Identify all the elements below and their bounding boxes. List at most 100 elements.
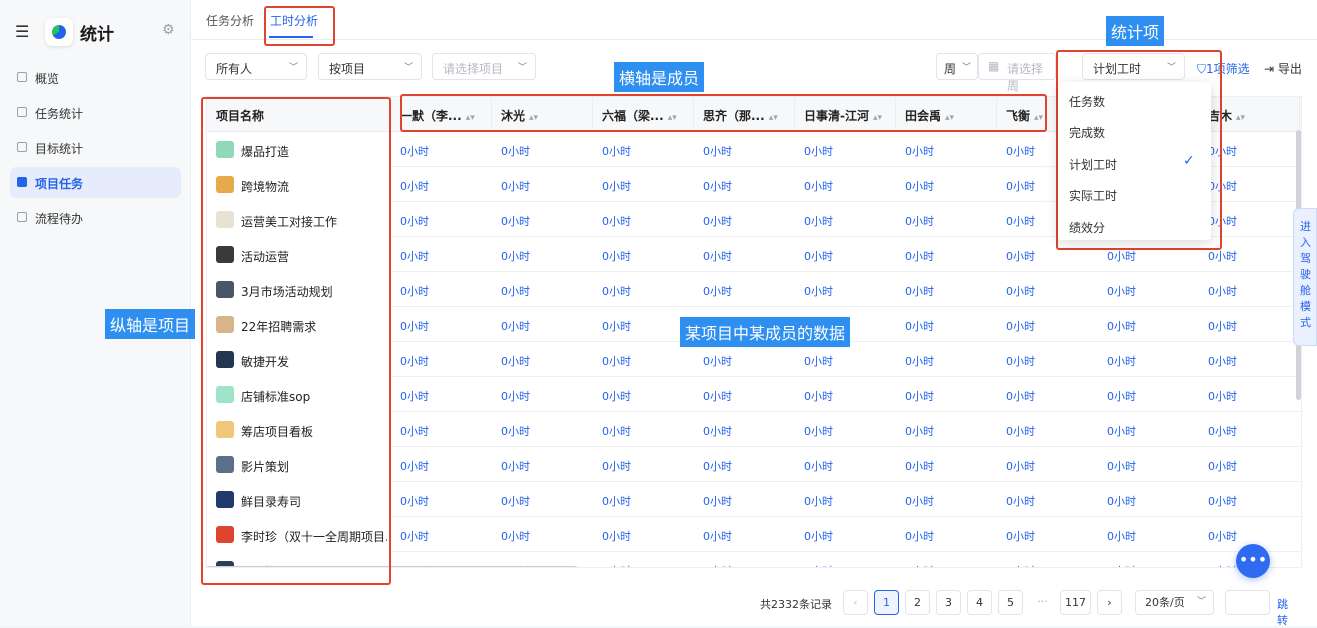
hours-cell[interactable]: 0小时 <box>804 388 833 404</box>
sidebar-item[interactable]: 概览 <box>10 62 181 93</box>
hours-cell[interactable]: 0小时 <box>804 458 833 474</box>
hours-cell[interactable]: 0小时 <box>905 423 934 439</box>
page-3[interactable]: 3 <box>936 590 961 615</box>
hours-cell[interactable]: 0小时 <box>1208 528 1237 544</box>
hours-cell[interactable]: 0小时 <box>400 493 429 509</box>
hours-cell[interactable]: 0小时 <box>804 143 833 159</box>
hours-cell[interactable]: 0小时 <box>602 528 631 544</box>
metric-option-actual-hours[interactable]: 实际工时 <box>1069 187 1117 204</box>
hours-cell[interactable]: 0小时 <box>1208 213 1237 229</box>
page-5[interactable]: 5 <box>998 590 1023 615</box>
hours-cell[interactable]: 0小时 <box>501 423 530 439</box>
hours-cell[interactable]: 0小时 <box>501 318 530 334</box>
hours-cell[interactable]: 0小时 <box>905 388 934 404</box>
hours-cell[interactable]: 0小时 <box>602 563 631 567</box>
column-header-member[interactable]: 沐光 ▴▾ <box>492 97 593 132</box>
page-1[interactable]: 1 <box>874 590 899 615</box>
hours-cell[interactable]: 0小时 <box>804 528 833 544</box>
hours-cell[interactable]: 0小时 <box>804 353 833 369</box>
hours-cell[interactable]: 0小时 <box>1208 248 1237 264</box>
hours-cell[interactable]: 0小时 <box>1006 283 1035 299</box>
sidebar-item[interactable]: 项目任务 <box>10 167 181 198</box>
hours-cell[interactable]: 0小时 <box>703 213 732 229</box>
hours-cell[interactable]: 0小时 <box>400 353 429 369</box>
hours-cell[interactable]: 0小时 <box>1107 388 1136 404</box>
hours-cell[interactable]: 0小时 <box>703 248 732 264</box>
export-button[interactable]: ⇥ 导出 <box>1264 60 1302 77</box>
project-cell[interactable]: 鲜目录寿司 <box>207 482 391 517</box>
hours-cell[interactable]: 0小时 <box>501 388 530 404</box>
hours-cell[interactable]: 0小时 <box>1208 353 1237 369</box>
hours-cell[interactable]: 0小时 <box>501 178 530 194</box>
more-icon[interactable]: ••• <box>1236 544 1270 578</box>
hours-cell[interactable]: 0小时 <box>602 143 631 159</box>
metric-select[interactable]: 计划工时 ﹀ <box>1082 53 1185 80</box>
hours-cell[interactable]: 0小时 <box>1208 388 1237 404</box>
project-cell[interactable]: 影片策划 <box>207 447 391 482</box>
hours-cell[interactable]: 0小时 <box>400 458 429 474</box>
hours-cell[interactable]: 0小时 <box>1006 423 1035 439</box>
sort-icon[interactable]: ▴▾ <box>769 113 778 123</box>
hours-cell[interactable]: 0小时 <box>1006 213 1035 229</box>
hours-cell[interactable]: 0小时 <box>400 248 429 264</box>
hours-cell[interactable]: 0小时 <box>602 318 631 334</box>
hours-cell[interactable]: 0小时 <box>1107 563 1136 567</box>
hours-cell[interactable]: 0小时 <box>501 248 530 264</box>
hours-cell[interactable]: 0小时 <box>703 458 732 474</box>
jump-page-input[interactable] <box>1225 590 1270 615</box>
hours-cell[interactable]: 0小时 <box>1006 143 1035 159</box>
hours-cell[interactable]: 0小时 <box>905 493 934 509</box>
project-cell[interactable]: 筹店项目看板 <box>207 412 391 447</box>
hours-cell[interactable]: 0小时 <box>400 143 429 159</box>
hours-cell[interactable]: 0小时 <box>905 178 934 194</box>
hours-cell[interactable]: 0小时 <box>501 283 530 299</box>
hours-cell[interactable]: 0小时 <box>703 493 732 509</box>
hours-cell[interactable]: 0小时 <box>1208 493 1237 509</box>
hours-cell[interactable]: 0小时 <box>1107 283 1136 299</box>
hours-cell[interactable]: 0小时 <box>400 528 429 544</box>
hours-cell[interactable]: 0小时 <box>905 318 934 334</box>
project-cell[interactable]: 运营美工对接工作 <box>207 202 391 237</box>
hours-cell[interactable]: 0小时 <box>703 423 732 439</box>
menu-icon[interactable]: ☰ <box>15 22 29 41</box>
hours-cell[interactable]: 0小时 <box>804 178 833 194</box>
hours-cell[interactable]: 0小时 <box>804 563 833 567</box>
gear-icon[interactable]: ⚙ <box>162 22 175 38</box>
owner-select[interactable]: 所有人 ﹀ <box>205 53 307 80</box>
hours-cell[interactable]: 0小时 <box>1208 143 1237 159</box>
metric-option-task-count[interactable]: 任务数 <box>1069 93 1105 110</box>
hours-cell[interactable]: 0小时 <box>1006 248 1035 264</box>
hours-cell[interactable]: 0小时 <box>1107 493 1136 509</box>
sidebar-item[interactable]: 目标统计 <box>10 132 181 163</box>
sort-icon[interactable]: ▴▾ <box>668 113 677 123</box>
hours-cell[interactable]: 0小时 <box>804 493 833 509</box>
hours-cell[interactable]: 0小时 <box>1006 458 1035 474</box>
hours-cell[interactable]: 0小时 <box>1208 283 1237 299</box>
hours-cell[interactable]: 0小时 <box>1006 318 1035 334</box>
sidebar-item[interactable]: 任务统计 <box>10 97 181 128</box>
prev-page-icon[interactable]: ‹ <box>843 590 868 615</box>
metric-option-planned-hours[interactable]: 计划工时 <box>1069 156 1117 173</box>
tab-task-analysis[interactable]: 任务分析 <box>206 12 254 29</box>
hours-cell[interactable]: 0小时 <box>602 493 631 509</box>
hours-cell[interactable]: 0小时 <box>804 283 833 299</box>
hours-cell[interactable]: 0小时 <box>1107 318 1136 334</box>
hours-cell[interactable]: 0小时 <box>602 213 631 229</box>
hours-cell[interactable]: 0小时 <box>703 283 732 299</box>
project-select[interactable]: 请选择项目 ﹀ <box>432 53 536 80</box>
metric-option-performance[interactable]: 绩效分 <box>1069 219 1105 236</box>
page-2[interactable]: 2 <box>905 590 930 615</box>
hours-cell[interactable]: 0小时 <box>1006 388 1035 404</box>
hours-cell[interactable]: 0小时 <box>1107 423 1136 439</box>
project-cell[interactable]: 敏捷开发 <box>207 342 391 377</box>
hours-cell[interactable]: 0小时 <box>602 353 631 369</box>
hours-cell[interactable]: 0小时 <box>1208 178 1237 194</box>
hours-cell[interactable]: 0小时 <box>804 423 833 439</box>
hours-cell[interactable]: 0小时 <box>905 528 934 544</box>
hours-cell[interactable]: 0小时 <box>1208 563 1237 567</box>
jump-button[interactable]: 跳转 <box>1277 596 1288 628</box>
hours-cell[interactable]: 0小时 <box>400 283 429 299</box>
hours-cell[interactable]: 0小时 <box>1107 353 1136 369</box>
hours-cell[interactable]: 0小时 <box>501 493 530 509</box>
hours-cell[interactable]: 0小时 <box>804 213 833 229</box>
